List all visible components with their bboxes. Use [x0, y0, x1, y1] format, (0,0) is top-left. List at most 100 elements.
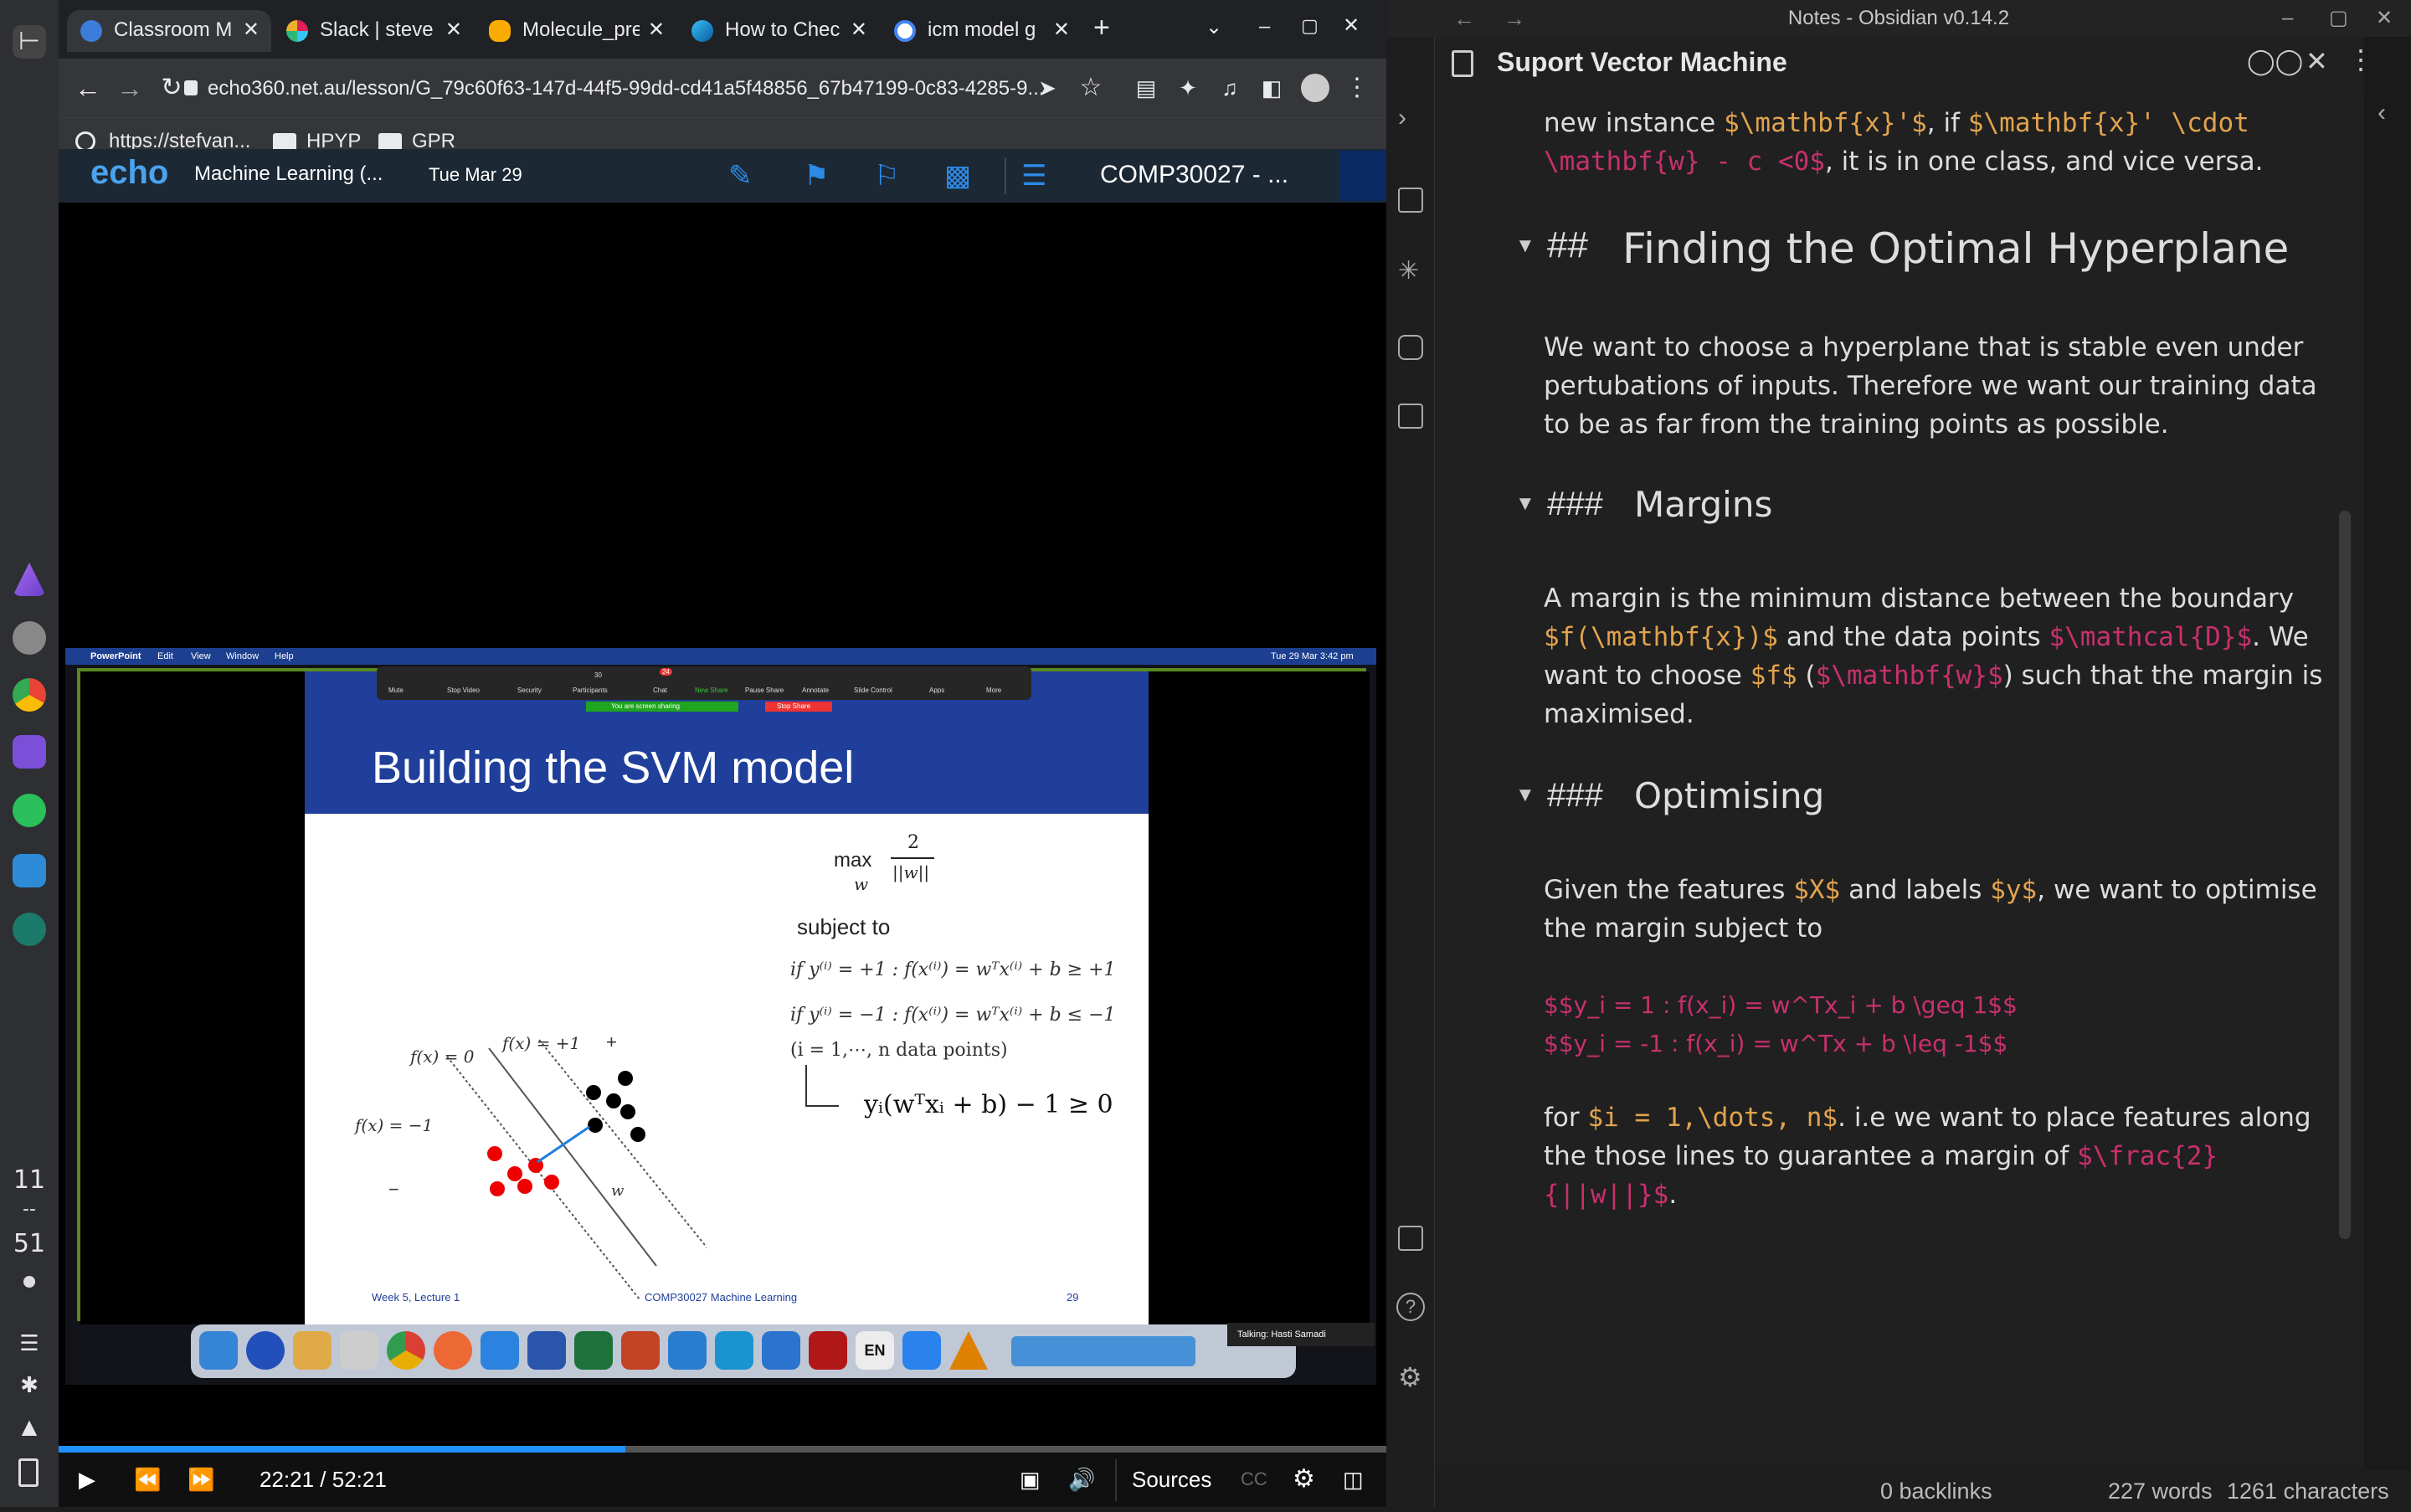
zoom-new-share[interactable]: New Share: [695, 687, 728, 694]
fold-toggle-icon[interactable]: ▼: [1515, 234, 1535, 258]
right-ribbon: ‹: [2364, 37, 2411, 1507]
maximize-icon[interactable]: ▢: [2329, 0, 2348, 37]
fold-toggle-icon[interactable]: ▼: [1515, 492, 1535, 516]
zoom-pause-share[interactable]: Pause Share: [745, 687, 784, 694]
video-player[interactable]: PowerPoint Edit View Window Help Tue 29 …: [59, 203, 1386, 1446]
tab-colab[interactable]: Molecule_pre ✕: [476, 10, 676, 52]
sidepanel-icon[interactable]: ◧: [1254, 70, 1289, 105]
captions-button[interactable]: CC: [1241, 1463, 1267, 1496]
zoom-mute[interactable]: Mute: [388, 687, 404, 694]
course-title[interactable]: Machine Learning (...: [194, 162, 383, 186]
tab-slack[interactable]: Slack | steve ✕: [273, 10, 474, 52]
sources-button[interactable]: Sources: [1132, 1463, 1211, 1496]
help-icon[interactable]: ?: [1396, 1293, 1425, 1321]
scrollbar[interactable]: [2339, 511, 2351, 1239]
zoom-security[interactable]: Security: [517, 687, 542, 694]
extensions-icon[interactable]: ✦: [1170, 70, 1206, 105]
stop-share-button[interactable]: Stop Share: [765, 702, 832, 712]
arrow-stem: [805, 1065, 807, 1107]
settings-icon[interactable]: ⚙: [1293, 1463, 1315, 1496]
tab-search-icon[interactable]: ⌄: [1206, 15, 1222, 39]
filter-icon[interactable]: ☰: [0, 1331, 59, 1356]
zoom-slide-control[interactable]: Slide Control: [854, 687, 892, 694]
spotify-app-icon[interactable]: [13, 794, 46, 827]
media-icon[interactable]: ♫: [1212, 70, 1247, 105]
url-input[interactable]: echo360.net.au/lesson/G_79c60f63-147d-44…: [208, 72, 1112, 105]
expand-sidebar-icon[interactable]: ›: [1398, 104, 1406, 132]
forward-icon[interactable]: →: [112, 70, 147, 105]
close-tab-icon[interactable]: ✕: [851, 10, 867, 50]
close-tab-icon[interactable]: ✕: [243, 10, 260, 50]
app-launcher-icon[interactable]: [13, 563, 46, 596]
h2-marker: ##: [1547, 224, 1588, 265]
zoom-annotate[interactable]: Annotate: [802, 687, 829, 694]
layout-icon[interactable]: ◫: [1343, 1463, 1364, 1496]
forward-icon[interactable]: →: [1504, 0, 1525, 37]
close-window-icon[interactable]: ✕: [2376, 0, 2393, 37]
back-icon[interactable]: ←: [70, 70, 105, 105]
course-code[interactable]: COMP30027 - ...: [1100, 161, 1288, 189]
zoom-stop-video[interactable]: Stop Video: [447, 687, 480, 694]
picture-icon[interactable]: ▣: [1020, 1463, 1041, 1496]
volume-icon[interactable]: 🔊: [1068, 1463, 1095, 1496]
close-tab-icon[interactable]: ✕: [648, 10, 665, 50]
file-explorer-icon[interactable]: [1398, 188, 1423, 213]
tab-google[interactable]: icm model g ✕: [881, 10, 1082, 52]
bookmark-icon[interactable]: ⚑: [804, 159, 829, 193]
zoom-participants[interactable]: Participants: [573, 687, 608, 694]
slides-icon[interactable]: [1398, 335, 1423, 360]
grid-icon[interactable]: [1398, 404, 1423, 429]
list-icon[interactable]: ☰: [1021, 159, 1046, 193]
fast-forward-icon[interactable]: ⏩: [188, 1463, 214, 1496]
close-note-icon[interactable]: ✕: [2306, 45, 2328, 77]
playback-progress[interactable]: [59, 1446, 1386, 1453]
transcript-icon[interactable]: ▩: [944, 159, 971, 193]
clock-minute: 51: [13, 1229, 46, 1258]
zoom-more[interactable]: More: [986, 687, 1001, 694]
fold-toggle-icon[interactable]: ▼: [1515, 784, 1535, 807]
note-title[interactable]: Suport Vector Machine: [1497, 47, 1787, 78]
wifi-icon[interactable]: ▲: [0, 1415, 59, 1438]
play-icon[interactable]: ▶: [79, 1463, 95, 1496]
tab-classroom[interactable]: Classroom M ✕: [67, 10, 271, 52]
character-count: 1261 characters: [2227, 1479, 2389, 1504]
settings-icon[interactable]: ⚙: [1398, 1361, 1422, 1393]
files-app-icon[interactable]: [13, 854, 46, 887]
terminal-app-icon[interactable]: [13, 913, 46, 946]
apps-grid-icon[interactable]: ⊢: [13, 25, 46, 59]
rewind-icon[interactable]: ⏪: [134, 1463, 161, 1496]
send-icon[interactable]: ➤: [1030, 70, 1065, 105]
close-tab-icon[interactable]: ✕: [445, 10, 462, 50]
bluetooth-icon[interactable]: ✱: [0, 1373, 59, 1398]
new-tab-button[interactable]: +: [1093, 12, 1110, 44]
obsidian-app-icon[interactable]: [13, 735, 46, 769]
notes-icon[interactable]: ✎: [728, 159, 753, 193]
backlinks-count[interactable]: 0 backlinks: [1880, 1470, 1992, 1512]
zoom-apps[interactable]: Apps: [929, 687, 944, 694]
star-icon[interactable]: ☆: [1073, 70, 1108, 105]
vault-icon[interactable]: [1398, 1226, 1423, 1251]
excel-icon: [574, 1331, 613, 1370]
graph-icon[interactable]: ✳: [1398, 256, 1419, 285]
reading-view-icon[interactable]: ◯◯: [2247, 47, 2303, 76]
menu-icon[interactable]: ⋮: [1339, 70, 1375, 105]
collapse-right-icon[interactable]: ‹: [2378, 99, 2386, 127]
menubar-item: Edit: [157, 651, 173, 661]
minimize-icon[interactable]: –: [2282, 0, 2293, 37]
zoom-chat[interactable]: Chat: [653, 687, 667, 694]
echo-logo[interactable]: echo: [90, 154, 168, 192]
combined-constraint: yᵢ(wᵀxᵢ + b) − 1 ≥ 0: [864, 1090, 1113, 1119]
minimize-icon[interactable]: –: [1259, 15, 1270, 39]
flag-icon[interactable]: ⚐: [874, 159, 899, 193]
close-tab-icon[interactable]: ✕: [1053, 10, 1070, 50]
settings-app-icon[interactable]: [13, 621, 46, 655]
back-icon[interactable]: ←: [1453, 0, 1475, 37]
tab-edge[interactable]: How to Chec ✕: [678, 10, 879, 52]
close-window-icon[interactable]: ✕: [1343, 13, 1360, 38]
maximize-icon[interactable]: ▢: [1301, 15, 1319, 37]
note-editor[interactable]: new instance $\mathbf{x}'$, if $\mathbf{…: [1435, 92, 2364, 1465]
reader-icon[interactable]: ▤: [1128, 70, 1164, 105]
chrome-app-icon[interactable]: [13, 678, 46, 712]
avatar[interactable]: [1301, 74, 1329, 102]
lock-icon[interactable]: [184, 80, 198, 95]
